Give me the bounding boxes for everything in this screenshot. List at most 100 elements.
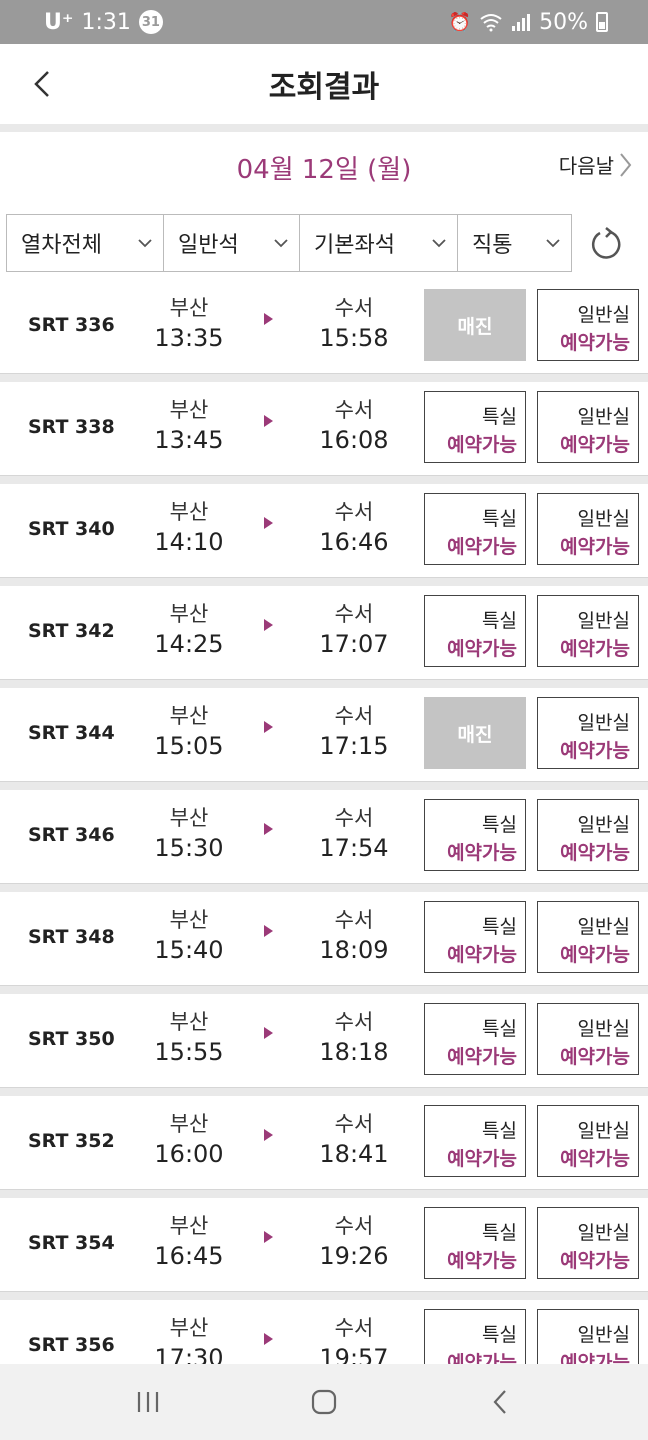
- special-seat-reserve-button[interactable]: 특실 예약가능: [424, 595, 526, 667]
- departure-station: 부산: [169, 500, 209, 524]
- status-bar: U⁺ 1:31 31 ⏰ 50%: [0, 0, 648, 44]
- arrival-time: 17:07: [319, 630, 389, 658]
- train-row[interactable]: SRT 346 부산 15:30 수서 17:54 특실 예약가능 일반실 예약…: [0, 790, 648, 884]
- general-seat-reserve-button[interactable]: 일반실 예약가능: [537, 901, 639, 973]
- special-seat-soldout-button[interactable]: 매진: [424, 697, 526, 769]
- battery-percent: 50%: [539, 9, 588, 35]
- back-nav-button[interactable]: [470, 1372, 530, 1432]
- availability-label: 예약가능: [560, 1046, 630, 1068]
- train-row[interactable]: SRT 340 부산 14:10 수서 16:46 특실 예약가능 일반실 예약…: [0, 484, 648, 578]
- sold-out-label: 매진: [457, 315, 493, 338]
- general-seat-reserve-button[interactable]: 일반실 예약가능: [537, 391, 639, 463]
- arrival-time: 16:08: [319, 426, 389, 454]
- seat-class-label: 특실: [482, 814, 517, 836]
- special-seat-reserve-button[interactable]: 특실 예약가능: [424, 799, 526, 871]
- back-button[interactable]: [20, 62, 64, 106]
- arrival-time: 17:54: [319, 834, 389, 862]
- recent-apps-icon: [137, 1392, 159, 1412]
- chevron-down-icon: [274, 239, 288, 248]
- availability-label: 예약가능: [447, 944, 517, 966]
- train-row[interactable]: SRT 342 부산 14:25 수서 17:07 특실 예약가능 일반실 예약…: [0, 586, 648, 680]
- system-nav-bar: [0, 1364, 648, 1440]
- next-day-button[interactable]: 다음날: [559, 150, 632, 179]
- chevron-right-icon: [620, 152, 632, 177]
- general-seat-reserve-button[interactable]: 일반실 예약가능: [537, 1105, 639, 1177]
- special-seat-reserve-button[interactable]: 특실 예약가능: [424, 1207, 526, 1279]
- seat-class-label: 일반실: [577, 1120, 630, 1142]
- filter-label: 직통: [472, 233, 513, 258]
- train-number: SRT 354: [28, 1232, 115, 1254]
- special-seat-reserve-button[interactable]: 특실 예약가능: [424, 493, 526, 565]
- arrow-right-icon: [264, 1027, 273, 1039]
- train-row[interactable]: SRT 350 부산 15:55 수서 18:18 특실 예약가능 일반실 예약…: [0, 994, 648, 1088]
- notification-count-badge: 31: [138, 10, 163, 34]
- filter-train-type[interactable]: 열차전체: [7, 215, 164, 271]
- availability-label: 예약가능: [560, 842, 630, 864]
- train-number: SRT 352: [28, 1130, 115, 1152]
- refresh-button[interactable]: [586, 224, 626, 264]
- special-seat-soldout-button[interactable]: 매진: [424, 289, 526, 361]
- filter-seat-type[interactable]: 기본좌석: [300, 215, 458, 271]
- train-row[interactable]: SRT 344 부산 15:05 수서 17:15 매진 일반실 예약가능: [0, 688, 648, 782]
- seat-class-label: 특실: [482, 406, 517, 428]
- next-day-label: 다음날: [558, 154, 614, 178]
- departure-time: 15:30: [154, 834, 224, 862]
- train-row[interactable]: SRT 336 부산 13:35 수서 15:58 매진 일반실 예약가능: [0, 280, 648, 374]
- availability-label: 예약가능: [447, 434, 517, 456]
- train-row[interactable]: SRT 338 부산 13:45 수서 16:08 특실 예약가능 일반실 예약…: [0, 382, 648, 476]
- recent-apps-button[interactable]: [118, 1372, 178, 1432]
- general-seat-reserve-button[interactable]: 일반실 예약가능: [537, 493, 639, 565]
- general-seat-reserve-button[interactable]: 일반실 예약가능: [537, 799, 639, 871]
- arrival-station: 수서: [334, 500, 374, 524]
- special-seat-reserve-button[interactable]: 특실 예약가능: [424, 1003, 526, 1075]
- availability-label: 예약가능: [560, 434, 630, 456]
- arrival-station: 수서: [334, 1316, 374, 1340]
- departure: 부산 14:25: [144, 600, 234, 660]
- special-seat-reserve-button[interactable]: 특실 예약가능: [424, 901, 526, 973]
- arrow-right-icon: [264, 1231, 273, 1243]
- arrival-time: 15:58: [319, 324, 389, 352]
- seat-class-label: 일반실: [577, 1018, 630, 1040]
- train-row[interactable]: SRT 352 부산 16:00 수서 18:41 특실 예약가능 일반실 예약…: [0, 1096, 648, 1190]
- special-seat-reserve-button[interactable]: 특실 예약가능: [424, 1105, 526, 1177]
- general-seat-reserve-button[interactable]: 일반실 예약가능: [537, 289, 639, 361]
- arrival-station: 수서: [334, 1112, 374, 1136]
- train-row[interactable]: SRT 348 부산 15:40 수서 18:09 특실 예약가능 일반실 예약…: [0, 892, 648, 986]
- departure-station: 부산: [169, 1316, 209, 1340]
- availability-label: 예약가능: [560, 638, 630, 660]
- train-number: SRT 348: [28, 926, 115, 948]
- chevron-left-icon: [34, 71, 49, 97]
- filter-route-type[interactable]: 직통: [458, 215, 571, 271]
- filter-seat-class[interactable]: 일반석: [164, 215, 300, 271]
- arrival: 수서 18:18: [309, 1008, 399, 1068]
- arrival-time: 19:26: [319, 1242, 389, 1270]
- train-number: SRT 344: [28, 722, 115, 744]
- general-seat-reserve-button[interactable]: 일반실 예약가능: [537, 595, 639, 667]
- seat-class-label: 특실: [482, 1222, 517, 1244]
- train-number: SRT 336: [28, 314, 115, 336]
- availability-label: 예약가능: [447, 536, 517, 558]
- departure-station: 부산: [169, 296, 209, 320]
- seat-class-label: 특실: [482, 1324, 517, 1346]
- special-seat-reserve-button[interactable]: 특실 예약가능: [424, 391, 526, 463]
- wifi-icon: [480, 14, 502, 32]
- departure-time: 13:35: [154, 324, 224, 352]
- general-seat-reserve-button[interactable]: 일반실 예약가능: [537, 1003, 639, 1075]
- filter-label: 열차전체: [21, 233, 102, 258]
- availability-label: 예약가능: [560, 536, 630, 558]
- seat-class-label: 일반실: [577, 508, 630, 530]
- departure-time: 15:40: [154, 936, 224, 964]
- general-seat-reserve-button[interactable]: 일반실 예약가능: [537, 697, 639, 769]
- train-number: SRT 346: [28, 824, 115, 846]
- selected-date[interactable]: 04월 12일 (월): [237, 149, 412, 186]
- general-seat-reserve-button[interactable]: 일반실 예약가능: [537, 1207, 639, 1279]
- train-row[interactable]: SRT 354 부산 16:45 수서 19:26 특실 예약가능 일반실 예약…: [0, 1198, 648, 1292]
- departure-station: 부산: [169, 806, 209, 830]
- seat-class-label: 특실: [482, 610, 517, 632]
- arrow-right-icon: [264, 619, 273, 631]
- signal-icon: [512, 14, 531, 31]
- seat-class-label: 일반실: [577, 814, 630, 836]
- home-button[interactable]: [294, 1372, 354, 1432]
- arrow-right-icon: [264, 925, 273, 937]
- arrival-station: 수서: [334, 296, 374, 320]
